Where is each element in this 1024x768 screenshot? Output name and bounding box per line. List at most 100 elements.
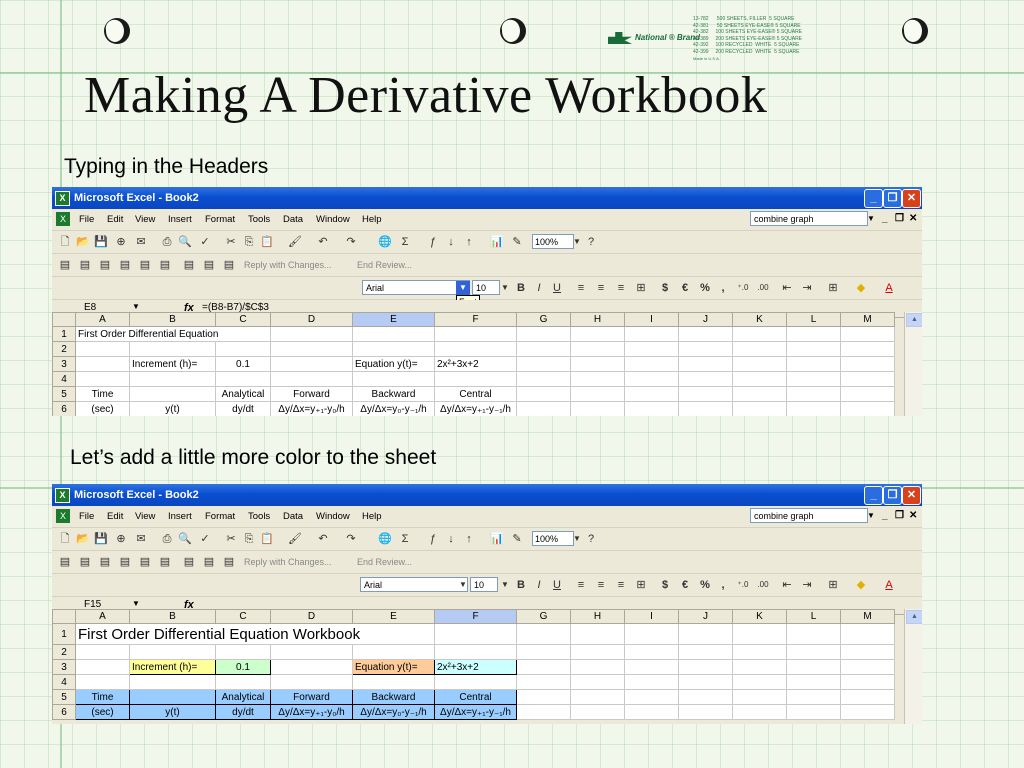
minimize-button[interactable]: _ — [864, 486, 883, 505]
sort-descending-icon[interactable]: ↑ — [462, 532, 476, 546]
cell-f6[interactable]: Δy/Δx=y₊₁-y₋₁/h — [434, 401, 517, 416]
doc-close-button[interactable]: ✕ — [909, 213, 917, 224]
cell-e3[interactable]: Equation y(t)= — [352, 659, 435, 675]
review-icon[interactable]: ▤ — [182, 555, 196, 569]
menu-format[interactable]: Format — [205, 214, 235, 225]
column-header[interactable]: A — [75, 312, 130, 327]
increase-indent-icon[interactable]: ⇥ — [800, 578, 814, 592]
cell-e5[interactable]: Backward — [352, 689, 435, 705]
open-icon[interactable]: 📂 — [76, 235, 90, 249]
insert-function-icon[interactable]: ƒ — [426, 532, 440, 546]
column-header[interactable]: K — [732, 609, 787, 624]
merge-center-icon[interactable]: ⊞ — [634, 578, 648, 592]
decrease-indent-icon[interactable]: ⇤ — [780, 281, 794, 295]
review-icon[interactable]: ▤ — [118, 555, 132, 569]
menu-tools[interactable]: Tools — [248, 214, 270, 225]
underline-button[interactable]: U — [550, 281, 564, 295]
column-header[interactable]: I — [624, 609, 679, 624]
percent-icon[interactable]: % — [698, 578, 712, 592]
column-header[interactable]: F — [434, 609, 517, 624]
review-icon[interactable]: ▤ — [98, 555, 112, 569]
menu-help[interactable]: Help — [362, 511, 382, 522]
cell-b3[interactable]: Increment (h)= — [129, 356, 216, 372]
workbook-icon[interactable]: X — [56, 212, 70, 226]
comma-icon[interactable]: , — [716, 578, 730, 592]
format-painter-icon[interactable]: 🖌 — [288, 532, 302, 546]
chart-wizard-icon[interactable]: 📊 — [490, 235, 504, 249]
excel-app-icon[interactable]: X — [55, 488, 70, 503]
print-icon[interactable]: ⎙ — [160, 235, 174, 249]
row-header[interactable]: 3 — [52, 356, 76, 372]
align-left-icon[interactable]: ≡ — [574, 578, 588, 592]
column-header[interactable]: J — [678, 312, 733, 327]
euro-icon[interactable]: € — [678, 281, 692, 295]
chevron-down-icon[interactable]: ▼ — [132, 302, 140, 311]
format-painter-icon[interactable]: 🖌 — [288, 235, 302, 249]
paste-icon[interactable]: 📋 — [260, 532, 274, 546]
row-header[interactable]: 6 — [52, 401, 76, 416]
cell-f3[interactable]: 2x²+3x+2 — [434, 659, 517, 675]
cell-a6[interactable]: (sec) — [75, 704, 130, 720]
window-title-bar[interactable]: X Microsoft Excel - Book2 _ ❐ ✕ — [52, 484, 922, 506]
cut-icon[interactable]: ✂ — [224, 532, 238, 546]
email-icon[interactable]: ✉ — [134, 235, 148, 249]
chevron-down-icon[interactable]: ▼ — [867, 511, 875, 520]
column-header[interactable]: F — [434, 312, 517, 327]
menu-data[interactable]: Data — [283, 511, 303, 522]
redo-icon[interactable]: ↷ — [344, 532, 358, 546]
menu-edit[interactable]: Edit — [107, 511, 123, 522]
end-review[interactable]: End Review... — [357, 557, 412, 567]
reply-with-changes[interactable]: Reply with Changes... — [244, 557, 332, 567]
drawing-icon[interactable]: ✎ — [510, 235, 524, 249]
review-icon[interactable]: ▤ — [138, 258, 152, 272]
align-center-icon[interactable]: ≡ — [594, 578, 608, 592]
hyperlink-icon[interactable]: 🌐 — [378, 532, 392, 546]
column-header[interactable]: L — [786, 312, 841, 327]
autosum-icon[interactable]: Σ — [398, 532, 412, 546]
row-header[interactable]: 5 — [52, 689, 76, 705]
scroll-up-icon[interactable]: ▲ — [906, 313, 922, 327]
column-header[interactable]: B — [129, 312, 216, 327]
excel-app-icon[interactable]: X — [55, 191, 70, 206]
review-icon[interactable]: ▤ — [78, 258, 92, 272]
open-icon[interactable]: 📂 — [76, 532, 90, 546]
bold-button[interactable]: B — [514, 578, 528, 592]
cell-b6[interactable]: y(t) — [129, 704, 216, 720]
cell-f5[interactable]: Central — [434, 386, 517, 402]
column-header[interactable]: E — [352, 609, 435, 624]
column-header[interactable]: C — [215, 609, 271, 624]
column-header[interactable]: A — [75, 609, 130, 624]
currency-icon[interactable]: $ — [658, 578, 672, 592]
review-icon[interactable]: ▤ — [182, 258, 196, 272]
align-right-icon[interactable]: ≡ — [614, 578, 628, 592]
save-icon[interactable]: 💾 — [94, 532, 108, 546]
align-right-icon[interactable]: ≡ — [614, 281, 628, 295]
menu-file[interactable]: File — [79, 214, 94, 225]
menu-insert[interactable]: Insert — [168, 511, 192, 522]
print-preview-icon[interactable]: 🔍 — [178, 532, 192, 546]
merge-center-icon[interactable]: ⊞ — [634, 281, 648, 295]
new-icon[interactable]: 🗋 — [58, 235, 72, 249]
row-header[interactable]: 2 — [52, 644, 76, 660]
decrease-decimal-icon[interactable]: .00 — [756, 578, 770, 592]
column-header[interactable]: L — [786, 609, 841, 624]
italic-button[interactable]: I — [532, 578, 546, 592]
align-left-icon[interactable]: ≡ — [574, 281, 588, 295]
column-header[interactable]: K — [732, 312, 787, 327]
chevron-down-icon[interactable]: ▼ — [570, 235, 584, 249]
font-color-icon[interactable]: A — [882, 578, 896, 592]
help-icon[interactable]: ? — [584, 532, 598, 546]
select-all-corner[interactable] — [52, 312, 76, 327]
increase-indent-icon[interactable]: ⇥ — [800, 281, 814, 295]
cell-a6[interactable]: (sec) — [75, 401, 130, 416]
cell-c5[interactable]: Analytical — [215, 689, 271, 705]
column-header[interactable]: H — [570, 312, 625, 327]
cell-d6[interactable]: Δy/Δx=y₊₁-y₀/h — [270, 401, 353, 416]
menu-window[interactable]: Window — [316, 511, 350, 522]
doc-close-button[interactable]: ✕ — [909, 510, 917, 521]
font-size-box[interactable]: 10 — [470, 577, 498, 592]
restore-button[interactable]: ❐ — [883, 486, 902, 505]
review-icon[interactable]: ▤ — [202, 555, 216, 569]
review-icon[interactable]: ▤ — [58, 555, 72, 569]
menu-file[interactable]: File — [79, 511, 94, 522]
